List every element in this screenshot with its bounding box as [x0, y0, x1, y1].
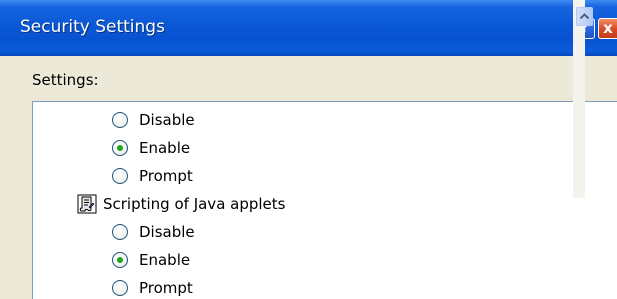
- settings-list[interactable]: Disable Enable Prompt Scripting of Java …: [32, 101, 617, 299]
- window-title: Security Settings: [20, 17, 165, 37]
- option-label: Disable: [139, 223, 195, 241]
- radio-option-disable[interactable]: Disable: [112, 219, 195, 245]
- option-label: Prompt: [139, 279, 193, 297]
- option-label: Prompt: [139, 167, 193, 185]
- option-label: Enable: [139, 139, 191, 157]
- radio-option-disable[interactable]: Disable: [112, 107, 195, 133]
- scroll-up-button[interactable]: [576, 7, 593, 26]
- close-button[interactable]: x: [598, 18, 617, 39]
- security-settings-dialog: Security Settings ? x Settings: Disable …: [0, 0, 617, 299]
- close-icon: x: [603, 19, 613, 37]
- option-label: Enable: [139, 251, 191, 269]
- radio-option-enable[interactable]: Enable: [112, 135, 190, 161]
- radio-option-prompt[interactable]: Prompt: [112, 163, 193, 189]
- radio-option-prompt[interactable]: Prompt: [112, 275, 193, 299]
- chevron-up-icon: [579, 13, 590, 20]
- radio-button[interactable]: [112, 280, 128, 296]
- radio-button[interactable]: [112, 168, 128, 184]
- radio-button-selected[interactable]: [112, 252, 128, 268]
- vertical-scrollbar[interactable]: [573, 0, 585, 198]
- radio-option-enable[interactable]: Enable: [112, 247, 190, 273]
- setting-label: Scripting of Java applets: [103, 195, 286, 213]
- title-bar[interactable]: Security Settings ? x: [0, 0, 617, 56]
- setting-scripting-java-applets: Scripting of Java applets: [77, 191, 285, 217]
- radio-button-selected[interactable]: [112, 140, 128, 156]
- settings-label: Settings:: [32, 71, 99, 89]
- script-settings-icon: [77, 194, 97, 214]
- option-label: Disable: [139, 111, 195, 129]
- radio-button[interactable]: [112, 112, 128, 128]
- radio-button[interactable]: [112, 224, 128, 240]
